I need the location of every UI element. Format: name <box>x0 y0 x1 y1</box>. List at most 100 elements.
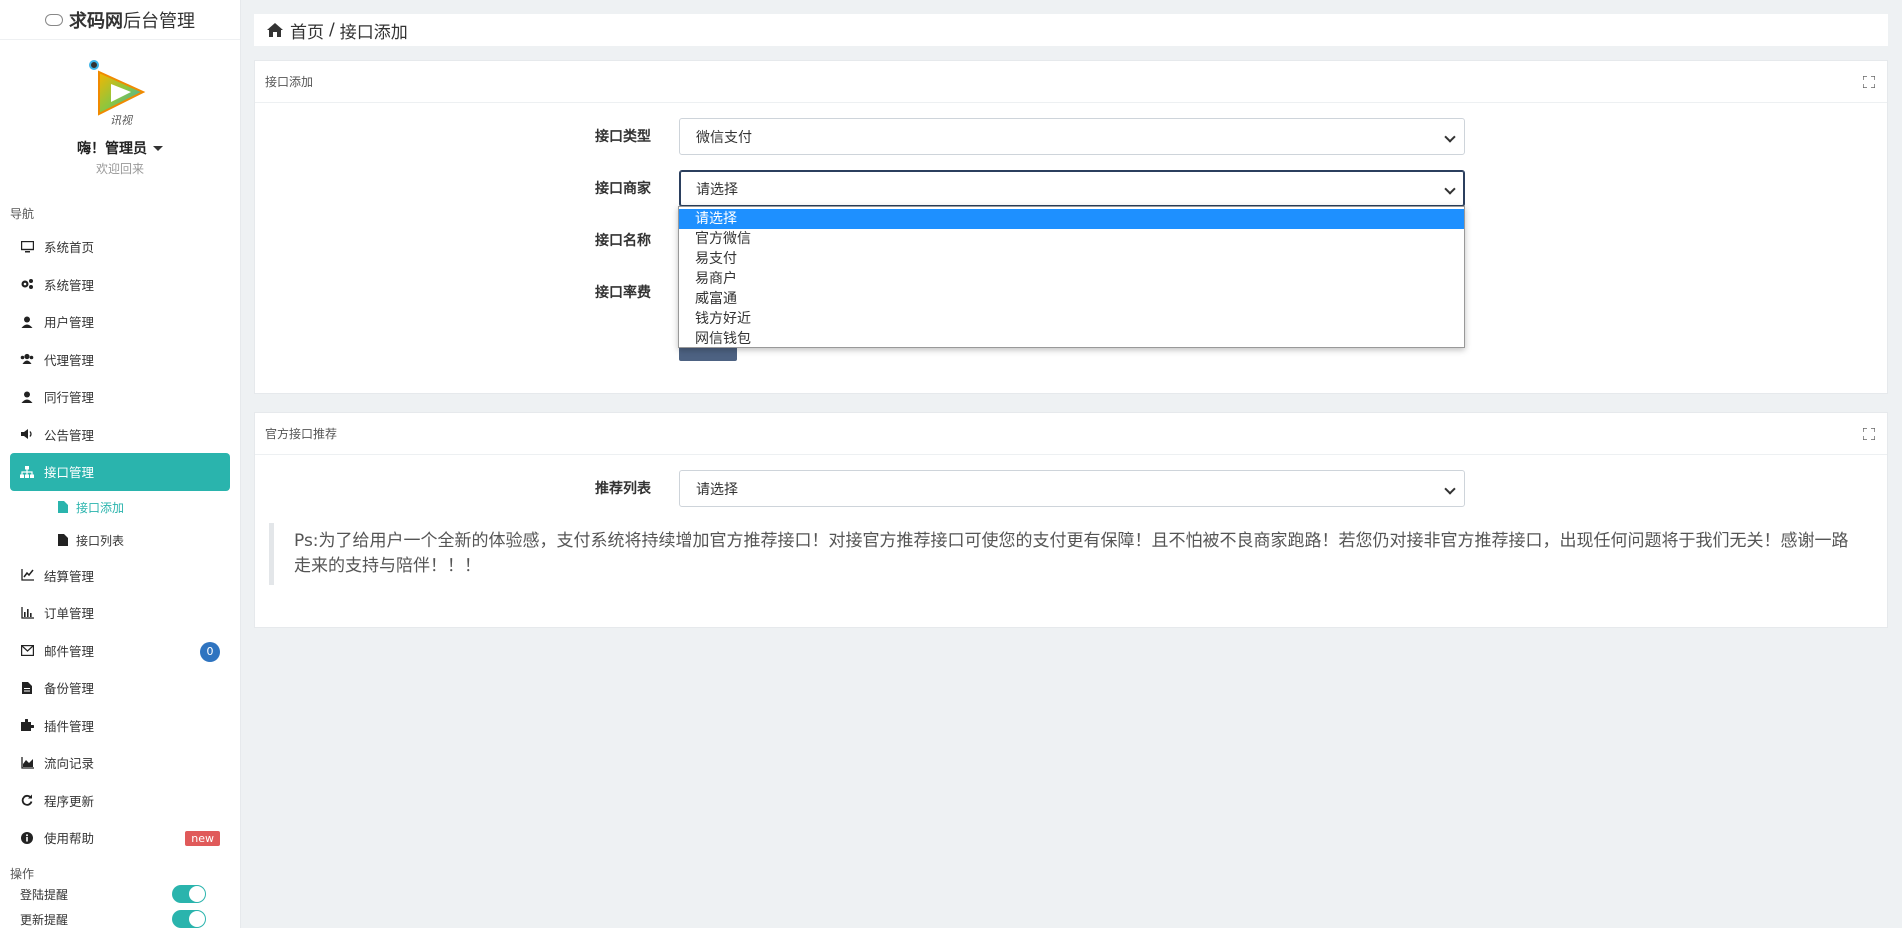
nav-item-label: 订单管理 <box>44 606 95 622</box>
type-select-value: 微信支付 <box>696 129 752 146</box>
volume-icon <box>20 427 34 441</box>
svg-text:讯视: 讯视 <box>110 114 134 127</box>
nav-subitem-interface-add[interactable]: 接口添加 <box>0 491 240 524</box>
nav-item-users[interactable]: 用户管理 <box>10 303 230 341</box>
puzzle-icon <box>20 718 34 732</box>
nav-subitem-label: 接口添加 <box>76 500 125 515</box>
file-icon <box>58 501 68 513</box>
nav-list: 系统首页 系统管理 用户管理 代理管理 同行管理 公告管理 接口管理 接口添加 … <box>0 228 240 857</box>
file-icon <box>20 681 34 695</box>
update-reminder-label: 更新提醒 <box>20 912 69 927</box>
brand[interactable]: 求码网 后台管理 <box>0 0 240 40</box>
caret-down-icon <box>153 145 163 151</box>
recommend-list-select[interactable]: 请选择 <box>679 470 1465 507</box>
nav-item-plugins[interactable]: 插件管理 <box>10 707 230 745</box>
home-icon[interactable] <box>266 22 284 38</box>
nav-item-backup[interactable]: 备份管理 <box>10 669 230 707</box>
nav-item-label: 结算管理 <box>44 568 95 584</box>
update-reminder-row: 更新提醒 <box>0 907 240 928</box>
mail-count-badge: 0 <box>200 641 220 662</box>
nav-item-label: 系统首页 <box>44 240 95 256</box>
nav-item-label: 公告管理 <box>44 427 95 443</box>
envelope-icon <box>20 643 34 657</box>
dropdown-option[interactable]: 钱方好近 <box>679 309 1464 329</box>
nav-item-help[interactable]: 使用帮助 new <box>10 819 230 857</box>
nav-item-update[interactable]: 程序更新 <box>10 782 230 820</box>
nav-item-system[interactable]: 系统管理 <box>10 266 230 304</box>
user-greeting: 嗨！管理员 <box>77 141 147 157</box>
breadcrumb-home[interactable]: 首页 <box>290 18 324 43</box>
new-badge: new <box>185 831 220 846</box>
user-menu[interactable]: 嗨！管理员 <box>0 138 240 158</box>
nav-item-interfaces[interactable]: 接口管理 <box>10 453 230 491</box>
users-icon <box>20 352 34 366</box>
nav-item-label: 程序更新 <box>44 793 95 809</box>
nav-subitem-interface-list[interactable]: 接口列表 <box>0 524 240 557</box>
nav-item-orders[interactable]: 订单管理 <box>10 594 230 632</box>
nav-item-label: 用户管理 <box>44 315 95 331</box>
nav-item-settlement[interactable]: 结算管理 <box>10 557 230 595</box>
nav-item-agents[interactable]: 代理管理 <box>10 341 230 379</box>
brand-name: 求码网 <box>69 10 123 32</box>
sitemap-icon <box>20 465 34 479</box>
dropdown-option[interactable]: 易商户 <box>679 269 1464 289</box>
area-chart-icon <box>20 756 34 770</box>
login-reminder-label: 登陆提醒 <box>20 887 69 902</box>
dropdown-option[interactable]: 官方微信 <box>679 229 1464 249</box>
user-icon <box>20 315 34 329</box>
expand-icon[interactable] <box>1862 74 1876 89</box>
sidebar: 求码网 后台管理 讯视 嗨！管理员 欢迎回来 导航 系统首页 系统管理 用户管理… <box>0 0 241 928</box>
welcome-text: 欢迎回来 <box>95 162 144 176</box>
nav-item-label: 邮件管理 <box>44 643 95 659</box>
breadcrumb-current: 接口添加 <box>339 22 408 43</box>
nav-item-label: 使用帮助 <box>44 831 95 847</box>
recommend-list-value: 请选择 <box>696 481 738 498</box>
desktop-icon <box>20 240 34 254</box>
type-label: 接口类型 <box>595 129 651 145</box>
card-header: 接口添加 <box>255 61 1887 103</box>
user-panel: 讯视 嗨！管理员 欢迎回来 <box>0 40 240 177</box>
merchant-select[interactable]: 请选择 <box>679 170 1465 207</box>
nav-item-label: 代理管理 <box>44 352 95 368</box>
breadcrumb-separator: / <box>329 20 335 40</box>
dropdown-option[interactable]: 威富通 <box>679 289 1464 309</box>
nav-item-label: 流向记录 <box>44 756 95 772</box>
login-reminder-row: 登陆提醒 <box>0 882 240 907</box>
nav-item-label: 插件管理 <box>44 718 95 734</box>
cogs-icon <box>20 277 34 291</box>
recommend-list-label: 推荐列表 <box>595 481 651 497</box>
nav-item-mail[interactable]: 邮件管理 0 <box>10 632 230 670</box>
card-header: 官方接口推荐 <box>255 413 1887 455</box>
type-select[interactable]: 微信支付 <box>679 118 1465 155</box>
user-icon <box>20 390 34 404</box>
nav-item-label: 系统管理 <box>44 277 95 293</box>
file-icon <box>58 534 68 546</box>
info-icon <box>20 831 34 845</box>
login-reminder-toggle[interactable] <box>172 885 206 903</box>
merchant-select-value: 请选择 <box>696 181 738 198</box>
dropdown-option[interactable]: 网信钱包 <box>679 329 1464 349</box>
chevron-down-icon <box>1444 183 1456 195</box>
breadcrumb: 首页 / 接口添加 <box>254 14 1888 46</box>
expand-icon[interactable] <box>1862 426 1876 441</box>
nav-title: 导航 <box>10 207 35 221</box>
nav-subitem-label: 接口列表 <box>76 533 125 548</box>
rate-label: 接口率费 <box>595 285 651 301</box>
chevron-down-icon <box>1444 483 1456 495</box>
nav-item-home[interactable]: 系统首页 <box>10 228 230 266</box>
nav-item-peers[interactable]: 同行管理 <box>10 378 230 416</box>
nav-item-label: 同行管理 <box>44 390 95 406</box>
nav-item-announcements[interactable]: 公告管理 <box>10 416 230 454</box>
dropdown-option[interactable]: 请选择 <box>679 209 1464 229</box>
cloud-icon <box>45 13 63 26</box>
line-chart-icon <box>20 568 34 582</box>
avatar[interactable]: 讯视 <box>85 58 155 128</box>
update-reminder-toggle[interactable] <box>172 910 206 928</box>
refresh-icon <box>20 793 34 807</box>
bar-chart-icon <box>20 606 34 620</box>
chevron-down-icon <box>1444 131 1456 143</box>
recommended-card: 官方接口推荐 推荐列表 请选择 Ps:为了给用户一个全新的体验感，支付系统将持续… <box>254 412 1888 628</box>
brand-suffix: 后台管理 <box>123 10 195 32</box>
nav-item-traffic[interactable]: 流向记录 <box>10 744 230 782</box>
dropdown-option[interactable]: 易支付 <box>679 249 1464 269</box>
